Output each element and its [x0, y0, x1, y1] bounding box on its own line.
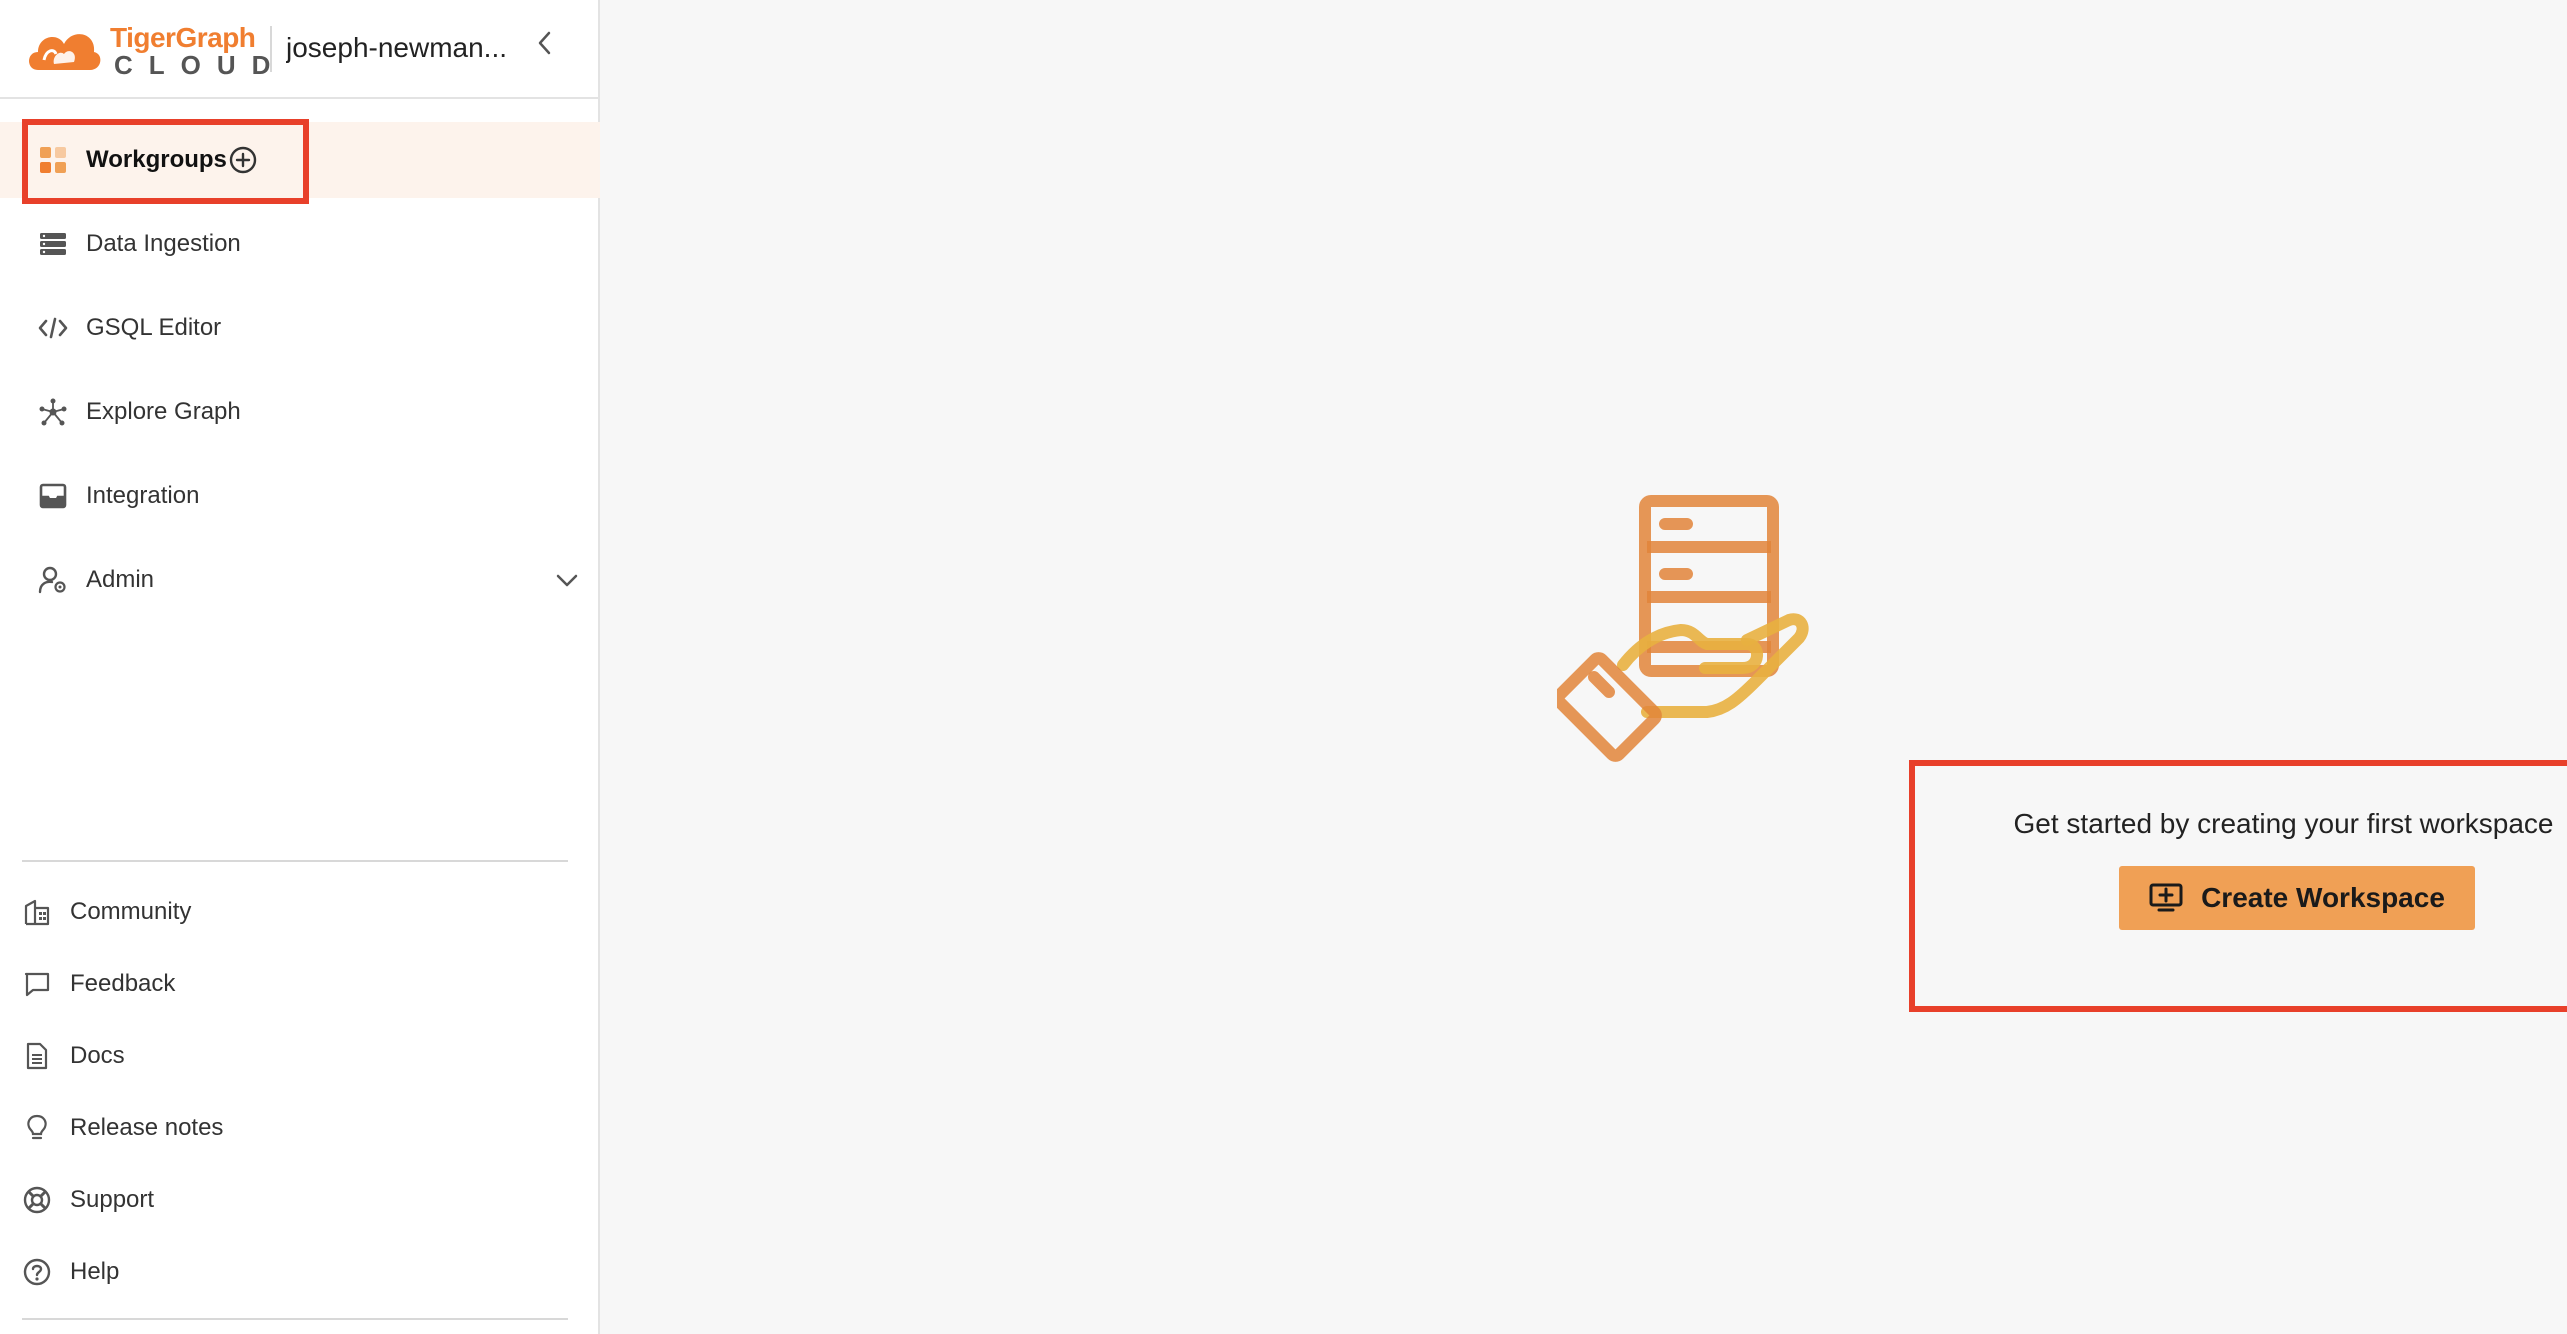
footer-link-label: Feedback — [70, 970, 176, 997]
footer-link-help[interactable]: Help — [0, 1236, 600, 1308]
empty-state-illustration — [1552, 490, 1827, 765]
building-icon — [22, 897, 52, 927]
create-workspace-button[interactable]: Create Workspace — [2119, 866, 2475, 930]
sidebar-item-label: GSQL Editor — [86, 314, 222, 341]
sidebar-item-label: Integration — [86, 482, 200, 509]
hand-document-icon — [1552, 495, 1809, 762]
user-gear-icon — [38, 565, 68, 595]
grid-icon — [38, 145, 68, 175]
chat-icon — [22, 969, 52, 999]
database-icon — [38, 229, 68, 259]
sidebar: TigerGraph CLOUD joseph-newman... Workgr… — [0, 0, 600, 1334]
header-divider — [270, 26, 272, 72]
lifebuoy-icon — [22, 1185, 52, 1215]
logo-text-cloud: CLOUD — [114, 50, 287, 80]
create-workspace-label: Create Workspace — [2201, 882, 2445, 913]
document-icon — [22, 1041, 52, 1071]
lightbulb-icon — [22, 1113, 52, 1143]
footer-divider-bottom — [22, 1318, 568, 1320]
tigergraph-logo[interactable]: TigerGraph CLOUD — [24, 18, 270, 80]
code-icon — [38, 313, 68, 343]
footer-link-feedback[interactable]: Feedback — [0, 948, 600, 1020]
footer-link-label: Release notes — [70, 1114, 224, 1141]
chevron-left-icon — [538, 31, 551, 55]
tiger-cloud-icon — [29, 34, 101, 70]
sidebar-item-explore-graph[interactable]: Explore Graph — [0, 374, 600, 450]
graph-icon — [38, 397, 68, 427]
sidebar-header: TigerGraph CLOUD joseph-newman... — [0, 0, 600, 99]
empty-state-message: Get started by creating your first works… — [2013, 808, 2554, 839]
footer-links: Community Feedback Docs Release notes Su… — [0, 876, 600, 1308]
inbox-icon — [38, 481, 68, 511]
footer-link-release-notes[interactable]: Release notes — [0, 1092, 600, 1164]
app-window: TigerGraph CLOUD joseph-newman... Workgr… — [0, 0, 2567, 1334]
sidebar-item-label: Data Ingestion — [86, 230, 241, 257]
footer-link-docs[interactable]: Docs — [0, 1020, 600, 1092]
sidebar-item-gsql-editor[interactable]: GSQL Editor — [0, 290, 600, 366]
main-content: Get started by creating your first works… — [602, 0, 2567, 1334]
add-monitor-icon — [2149, 883, 2183, 912]
create-workspace-highlight-box: Get started by creating your first works… — [1909, 760, 2567, 1012]
collapse-sidebar-button[interactable] — [530, 26, 560, 60]
account-name[interactable]: joseph-newman... — [286, 32, 516, 64]
footer-link-label: Docs — [70, 1042, 125, 1069]
footer-divider-top — [22, 860, 568, 862]
sidebar-item-label: Explore Graph — [86, 398, 241, 425]
sidebar-item-admin[interactable]: Admin — [0, 542, 600, 618]
footer-link-support[interactable]: Support — [0, 1164, 600, 1236]
add-workgroup-icon[interactable] — [228, 145, 258, 175]
sidebar-item-workgroups[interactable]: Workgroups — [0, 122, 600, 198]
footer-link-community[interactable]: Community — [0, 876, 600, 948]
sidebar-item-integration[interactable]: Integration — [0, 458, 600, 534]
sidebar-item-label: Workgroups — [86, 146, 227, 173]
footer-link-label: Help — [70, 1258, 120, 1285]
question-icon — [22, 1257, 52, 1287]
footer-link-label: Community — [70, 898, 192, 925]
chevron-down-icon[interactable] — [552, 565, 582, 595]
sidebar-nav: Workgroups Data Ingestion GSQL Editor Ex… — [0, 122, 600, 626]
footer-link-label: Support — [70, 1186, 155, 1213]
sidebar-item-data-ingestion[interactable]: Data Ingestion — [0, 206, 600, 282]
sidebar-item-label: Admin — [86, 566, 155, 593]
